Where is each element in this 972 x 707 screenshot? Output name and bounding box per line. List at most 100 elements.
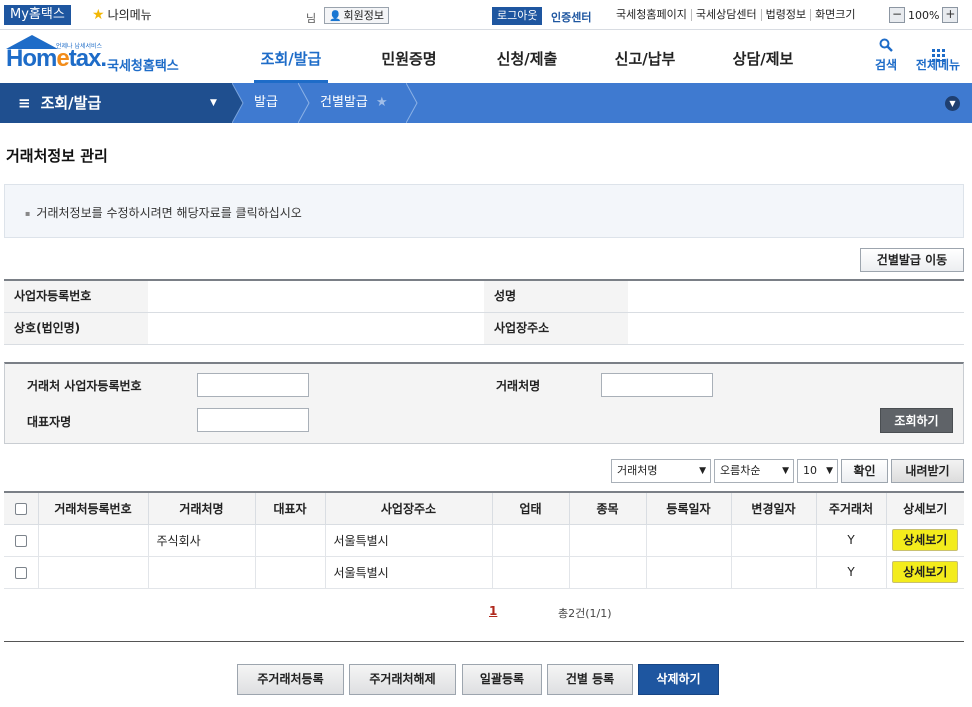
- cell-partner-name: 주식회사: [147, 523, 256, 557]
- chevron-down-icon: ▼: [699, 466, 706, 476]
- utility-links: 국세청홈페이지 국세상담센터 법령정보 화면크기: [612, 9, 860, 21]
- col-reg-date: 등록일자: [645, 492, 732, 525]
- page-title: 거래처정보 관리: [6, 147, 108, 165]
- single-register-button[interactable]: 건별 등록: [547, 664, 633, 695]
- info-row: 상호(법인명) 사업장주소: [4, 313, 964, 345]
- select-all-cell: [4, 492, 39, 525]
- search-button[interactable]: 조회하기: [880, 408, 953, 433]
- total-count: 총2건(1/1): [558, 607, 612, 620]
- hamburger-icon: ≡: [18, 94, 31, 112]
- register-main-partner-button[interactable]: 주거래처등록: [237, 664, 344, 695]
- cell-detail: 상세보기: [885, 523, 964, 557]
- zoom-in-button[interactable]: +: [942, 7, 959, 23]
- section-dropdown[interactable]: ≡ 조회/발급 ▼: [0, 83, 232, 123]
- hometax-logo[interactable]: 언제나 납세서비스 Hometax. 국세청홈택스: [6, 35, 186, 77]
- nav-consult-report[interactable]: 상담/제보: [704, 30, 822, 83]
- logout-button[interactable]: 로그아웃: [492, 7, 543, 25]
- nav-civil-certificate[interactable]: 민원증명: [350, 30, 468, 83]
- go-single-issue-button[interactable]: 건별발급 이동: [860, 248, 964, 272]
- address-value: [628, 313, 964, 344]
- col-mod-date: 변경일자: [730, 492, 817, 525]
- page-size-select[interactable]: 10 ▼: [797, 459, 838, 483]
- col-address: 사업장주소: [324, 492, 493, 525]
- my-menu-link[interactable]: ★ 나의메뉴: [92, 5, 152, 25]
- detail-button[interactable]: 상세보기: [892, 561, 959, 583]
- section-label: 조회/발급: [40, 94, 102, 112]
- favorite-star-icon[interactable]: ★: [376, 95, 388, 110]
- row-select-cell: [4, 555, 39, 589]
- name-value: [628, 281, 964, 312]
- info-row: 사업자등록번호 성명: [4, 281, 964, 313]
- table-row[interactable]: 주식회사 서울특별시 Y 상세보기: [4, 523, 964, 557]
- cell-ceo: [254, 555, 326, 589]
- cell-biz-type: [491, 523, 570, 557]
- cell-item: [568, 555, 647, 589]
- nts-homepage-link[interactable]: 국세청홈페이지: [612, 9, 691, 21]
- row-checkbox[interactable]: [14, 566, 27, 579]
- ceo-name-label: 대표자명: [27, 415, 72, 429]
- logo-wordmark: Hometax.: [6, 45, 107, 72]
- col-ceo: 대표자: [254, 492, 326, 525]
- row-select-cell: [4, 523, 39, 557]
- sort-order-value: 오름차순: [720, 464, 761, 477]
- user-name-suffix: 님: [306, 12, 317, 25]
- notice-text: 거래처정보를 수정하시려면 해당자료를 클릭하십시오: [25, 204, 301, 221]
- release-main-partner-button[interactable]: 주거래처해제: [349, 664, 456, 695]
- member-info-label: 회원정보: [343, 9, 384, 22]
- zoom-level: 100%: [908, 8, 940, 22]
- company-label: 상호(법인명): [4, 313, 148, 344]
- search-panel: 거래처 사업자등록번호 거래처명 대표자명: [4, 362, 964, 444]
- my-hometax-link[interactable]: My홈택스: [4, 5, 71, 25]
- law-info-link[interactable]: 법령정보: [760, 9, 810, 21]
- row-checkbox[interactable]: [14, 534, 27, 547]
- address-label: 사업장주소: [484, 313, 628, 344]
- chevron-down-icon: ▼: [826, 466, 833, 476]
- all-menu-label: 전체메뉴: [915, 58, 961, 72]
- cell-address: 서울특별시: [324, 523, 493, 557]
- download-button[interactable]: 내려받기: [891, 459, 964, 483]
- header-search-button[interactable]: 검색: [862, 38, 910, 73]
- member-info-button[interactable]: 👤 회원정보: [324, 7, 389, 24]
- zoom-out-button[interactable]: −: [889, 7, 905, 23]
- partner-table: 거래처등록번호 거래처명 대표자 사업장주소 업태 종목 등록일자 변경일자 주…: [4, 491, 964, 589]
- breadcrumb-issue[interactable]: 발급: [254, 83, 278, 123]
- bulk-register-button[interactable]: 일괄등록: [462, 664, 542, 695]
- person-icon: 👤: [329, 11, 342, 22]
- detail-button[interactable]: 상세보기: [892, 529, 959, 551]
- col-biz-type: 업태: [491, 492, 570, 525]
- cert-center-link[interactable]: 인증센터: [551, 9, 591, 25]
- my-menu-label: 나의메뉴: [107, 8, 152, 22]
- partner-biz-no-input[interactable]: [197, 373, 309, 397]
- cell-main-partner: Y: [815, 523, 887, 557]
- table-row[interactable]: 서울특별시 Y 상세보기: [4, 555, 964, 589]
- confirm-button[interactable]: 확인: [841, 459, 888, 483]
- partner-name-label: 거래처명: [496, 379, 541, 393]
- col-reg-no: 거래처등록번호: [37, 492, 149, 525]
- ceo-name-input[interactable]: [197, 408, 309, 432]
- col-main-partner: 주거래처: [815, 492, 887, 525]
- select-all-checkbox[interactable]: [14, 502, 27, 515]
- zoom-control: − 100% +: [889, 7, 959, 23]
- nav-inquiry-issue[interactable]: 조회/발급: [232, 30, 350, 83]
- biz-no-label: 사업자등록번호: [4, 281, 148, 312]
- delete-button[interactable]: 삭제하기: [638, 664, 719, 695]
- consult-center-link[interactable]: 국세상담센터: [690, 9, 761, 21]
- logo-brand: 국세청홈택스: [107, 59, 179, 74]
- breadcrumb-single-issue[interactable]: 건별발급 ★: [320, 83, 388, 123]
- sort-order-select[interactable]: 오름차순 ▼: [714, 459, 794, 483]
- partner-name-input[interactable]: [601, 373, 713, 397]
- chevron-down-icon: ▼: [782, 466, 789, 476]
- top-utility-bar: My홈택스 ★ 나의메뉴 님 👤 회원정보 로그아웃 인증센터 국세청홈페이지 국세…: [0, 0, 972, 30]
- expand-circle-icon[interactable]: ▼: [945, 96, 960, 111]
- business-info-table: 사업자등록번호 성명 상호(법인명) 사업장주소: [4, 279, 964, 345]
- cell-mod-date: [730, 523, 817, 557]
- grid-menu-icon: [914, 38, 962, 62]
- sort-field-select[interactable]: 거래처명 ▼: [611, 459, 711, 483]
- header-all-menu-button[interactable]: 전체메뉴: [914, 38, 962, 73]
- page-number-current[interactable]: 1: [489, 604, 497, 618]
- cell-ceo: [254, 523, 326, 557]
- nav-apply-submit[interactable]: 신청/제출: [468, 30, 586, 83]
- caret-down-icon: ▼: [210, 98, 217, 108]
- page-size-value: 10: [803, 464, 817, 477]
- nav-report-pay[interactable]: 신고/납부: [586, 30, 704, 83]
